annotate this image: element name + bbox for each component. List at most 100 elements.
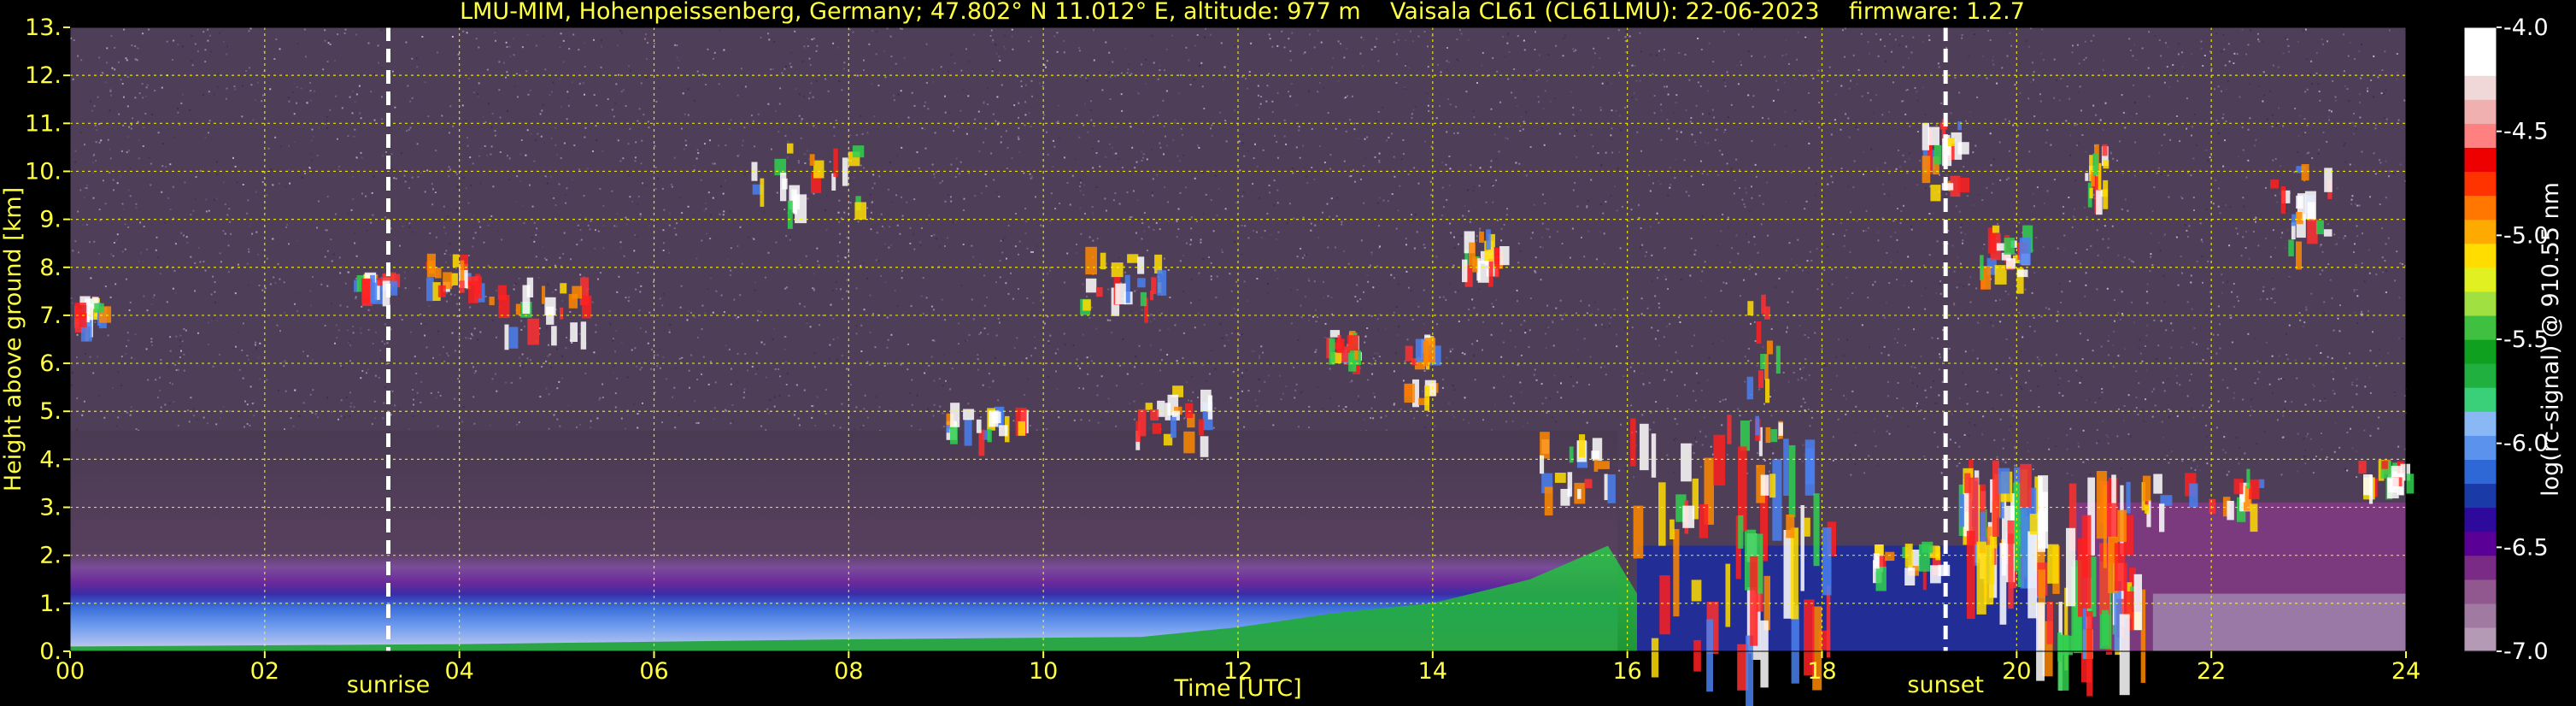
noise-speck [1190,238,1193,241]
noise-speck [977,358,979,361]
noise-speck [995,281,997,284]
noise-speck [1428,109,1430,112]
noise-speck [1402,379,1405,382]
noise-speck [1458,321,1460,323]
noise-speck [1704,416,1705,419]
noise-speck [1456,38,1458,41]
noise-speck [983,327,986,330]
noise-speck [1706,379,1709,381]
noise-speck [1851,390,1854,392]
noise-speck [113,189,114,191]
noise-speck [712,162,713,165]
noise-speck [180,102,183,104]
noise-speck [641,139,643,142]
noise-speck [172,185,174,188]
noise-speck [2078,91,2080,93]
noise-speck [1353,128,1356,131]
noise-speck [1953,303,1955,306]
noise-speck [1828,283,1830,285]
noise-speck [1280,398,1282,401]
noise-speck [1377,328,1380,331]
noise-speck [429,232,431,234]
noise-speck [1720,230,1722,232]
noise-speck [2262,362,2263,365]
noise-speck [1195,221,1198,222]
noise-speck [93,104,96,107]
noise-speck [555,204,557,207]
noise-speck [2020,350,2022,352]
noise-speck [1015,213,1018,215]
noise-speck [1876,167,1878,169]
noise-speck [773,327,776,330]
noise-speck [2129,435,2132,438]
noise-speck [566,97,569,99]
noise-speck [1738,33,1740,36]
noise-speck [1189,302,1192,304]
noise-speck [739,294,742,297]
noise-speck [957,350,959,353]
noise-speck [1193,79,1195,81]
noise-speck [673,386,676,389]
noise-speck [1259,106,1261,109]
noise-speck [345,396,348,398]
noise-speck [1785,144,1787,147]
noise-speck [567,404,570,407]
noise-speck [2027,45,2030,48]
noise-speck [167,197,170,199]
noise-speck [520,328,523,331]
noise-speck [2351,195,2354,197]
noise-speck [573,144,576,147]
noise-speck [2135,407,2138,409]
noise-speck [1455,105,1458,108]
noise-speck [385,151,387,153]
noise-speck [723,210,725,213]
noise-speck [1966,195,1969,197]
noise-speck [1134,290,1136,292]
noise-speck [1523,425,1525,427]
noise-speck [1225,140,1228,143]
noise-speck [1276,91,1279,94]
noise-speck [165,166,167,168]
noise-speck [1359,308,1362,310]
noise-speck [1258,118,1260,121]
noise-speck [255,99,256,102]
noise-speck [1920,294,1922,297]
noise-speck [1271,111,1274,113]
noise-speck [2175,236,2178,238]
noise-speck [2225,451,2227,454]
noise-speck [2086,399,2088,402]
noise-speck [1916,131,1919,132]
noise-speck [1159,369,1161,372]
noise-speck [1900,210,1903,213]
noise-speck [951,368,954,370]
noise-speck [871,187,874,190]
noise-speck [946,237,948,239]
noise-speck [810,82,813,85]
noise-speck [1479,167,1482,169]
noise-speck [546,327,549,329]
noise-speck [348,341,349,344]
noise-speck [2272,392,2274,395]
noise-speck [2215,352,2218,355]
noise-speck [2221,379,2224,381]
noise-speck [897,93,900,96]
noise-speck [1058,137,1060,139]
noise-speck [790,66,793,68]
noise-speck [2318,149,2321,151]
noise-speck [2147,67,2150,69]
noise-speck [1450,232,1452,234]
noise-speck [1153,228,1155,231]
noise-speck [2113,330,2115,332]
noise-speck [1843,394,1845,397]
noise-speck [675,233,678,236]
noise-speck [640,285,643,287]
noise-speck [1197,312,1200,315]
noise-speck [839,427,842,429]
noise-speck [241,115,244,118]
noise-speck [543,142,545,144]
noise-speck [1535,70,1538,73]
noise-speck [72,250,74,252]
noise-speck [1194,391,1197,393]
noise-speck [1587,230,1590,232]
noise-speck [890,244,893,246]
